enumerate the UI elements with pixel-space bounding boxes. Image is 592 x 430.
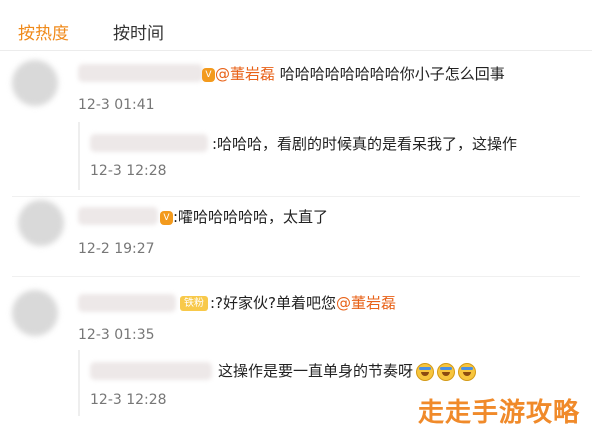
tab-by-popularity[interactable]: 按热度 [18,19,69,44]
blurred-username[interactable] [90,362,212,380]
avatar[interactable] [12,60,58,106]
comment-body: 哈哈哈哈哈哈哈哈你小子怎么回事 [275,65,505,83]
blurred-username[interactable] [78,294,176,312]
comment-time: 12-3 01:41 [78,97,155,113]
watermark-text: 走走手游攻略 [417,398,580,428]
comment-time: 12-2 19:27 [78,241,155,257]
verified-icon: V [160,210,173,225]
reply-text: :哈哈哈，看剧的时候真的是看呆我了，这操作 [212,135,518,153]
tab-divider [0,50,592,51]
blurred-username[interactable] [78,207,158,225]
comment-body: :?好家伙?单着吧您 [210,294,336,312]
reply-indent-line [78,122,80,190]
comment-divider [12,276,580,277]
comment-divider [12,196,580,197]
reply-body: 这操作是要一直单身的节奏呀 [218,362,414,380]
avatar[interactable] [18,200,64,246]
reply-time: 12-3 12:28 [90,163,167,179]
tab-by-time[interactable]: 按时间 [113,19,164,44]
blurred-username[interactable] [90,134,208,152]
avatar[interactable] [12,290,58,336]
comment-text: 铁粉:?好家伙?单着吧您@董岩磊 [180,292,396,313]
mention-link[interactable]: @董岩磊 [336,294,396,312]
fan-badge: 铁粉 [180,296,208,311]
comment-time: 12-3 01:35 [78,327,155,343]
laugh-cry-emoji-icon [437,362,456,381]
laugh-cry-emoji-icon [416,362,435,381]
comment-text: V @董岩磊 哈哈哈哈哈哈哈哈你小子怎么回事 [202,63,505,84]
comment-text: V:嚯哈哈哈哈哈，太直了 [160,206,328,227]
comment-body: :嚯哈哈哈哈哈，太直了 [173,208,329,226]
reply-time: 12-3 12:28 [90,392,167,408]
reply-indent-line [78,350,80,416]
blurred-username[interactable] [78,64,203,82]
laugh-cry-emoji-icon [458,362,477,381]
verified-icon: V [202,67,215,82]
mention-link[interactable]: @董岩磊 [215,65,275,83]
reply-text: 这操作是要一直单身的节奏呀 [218,360,477,381]
